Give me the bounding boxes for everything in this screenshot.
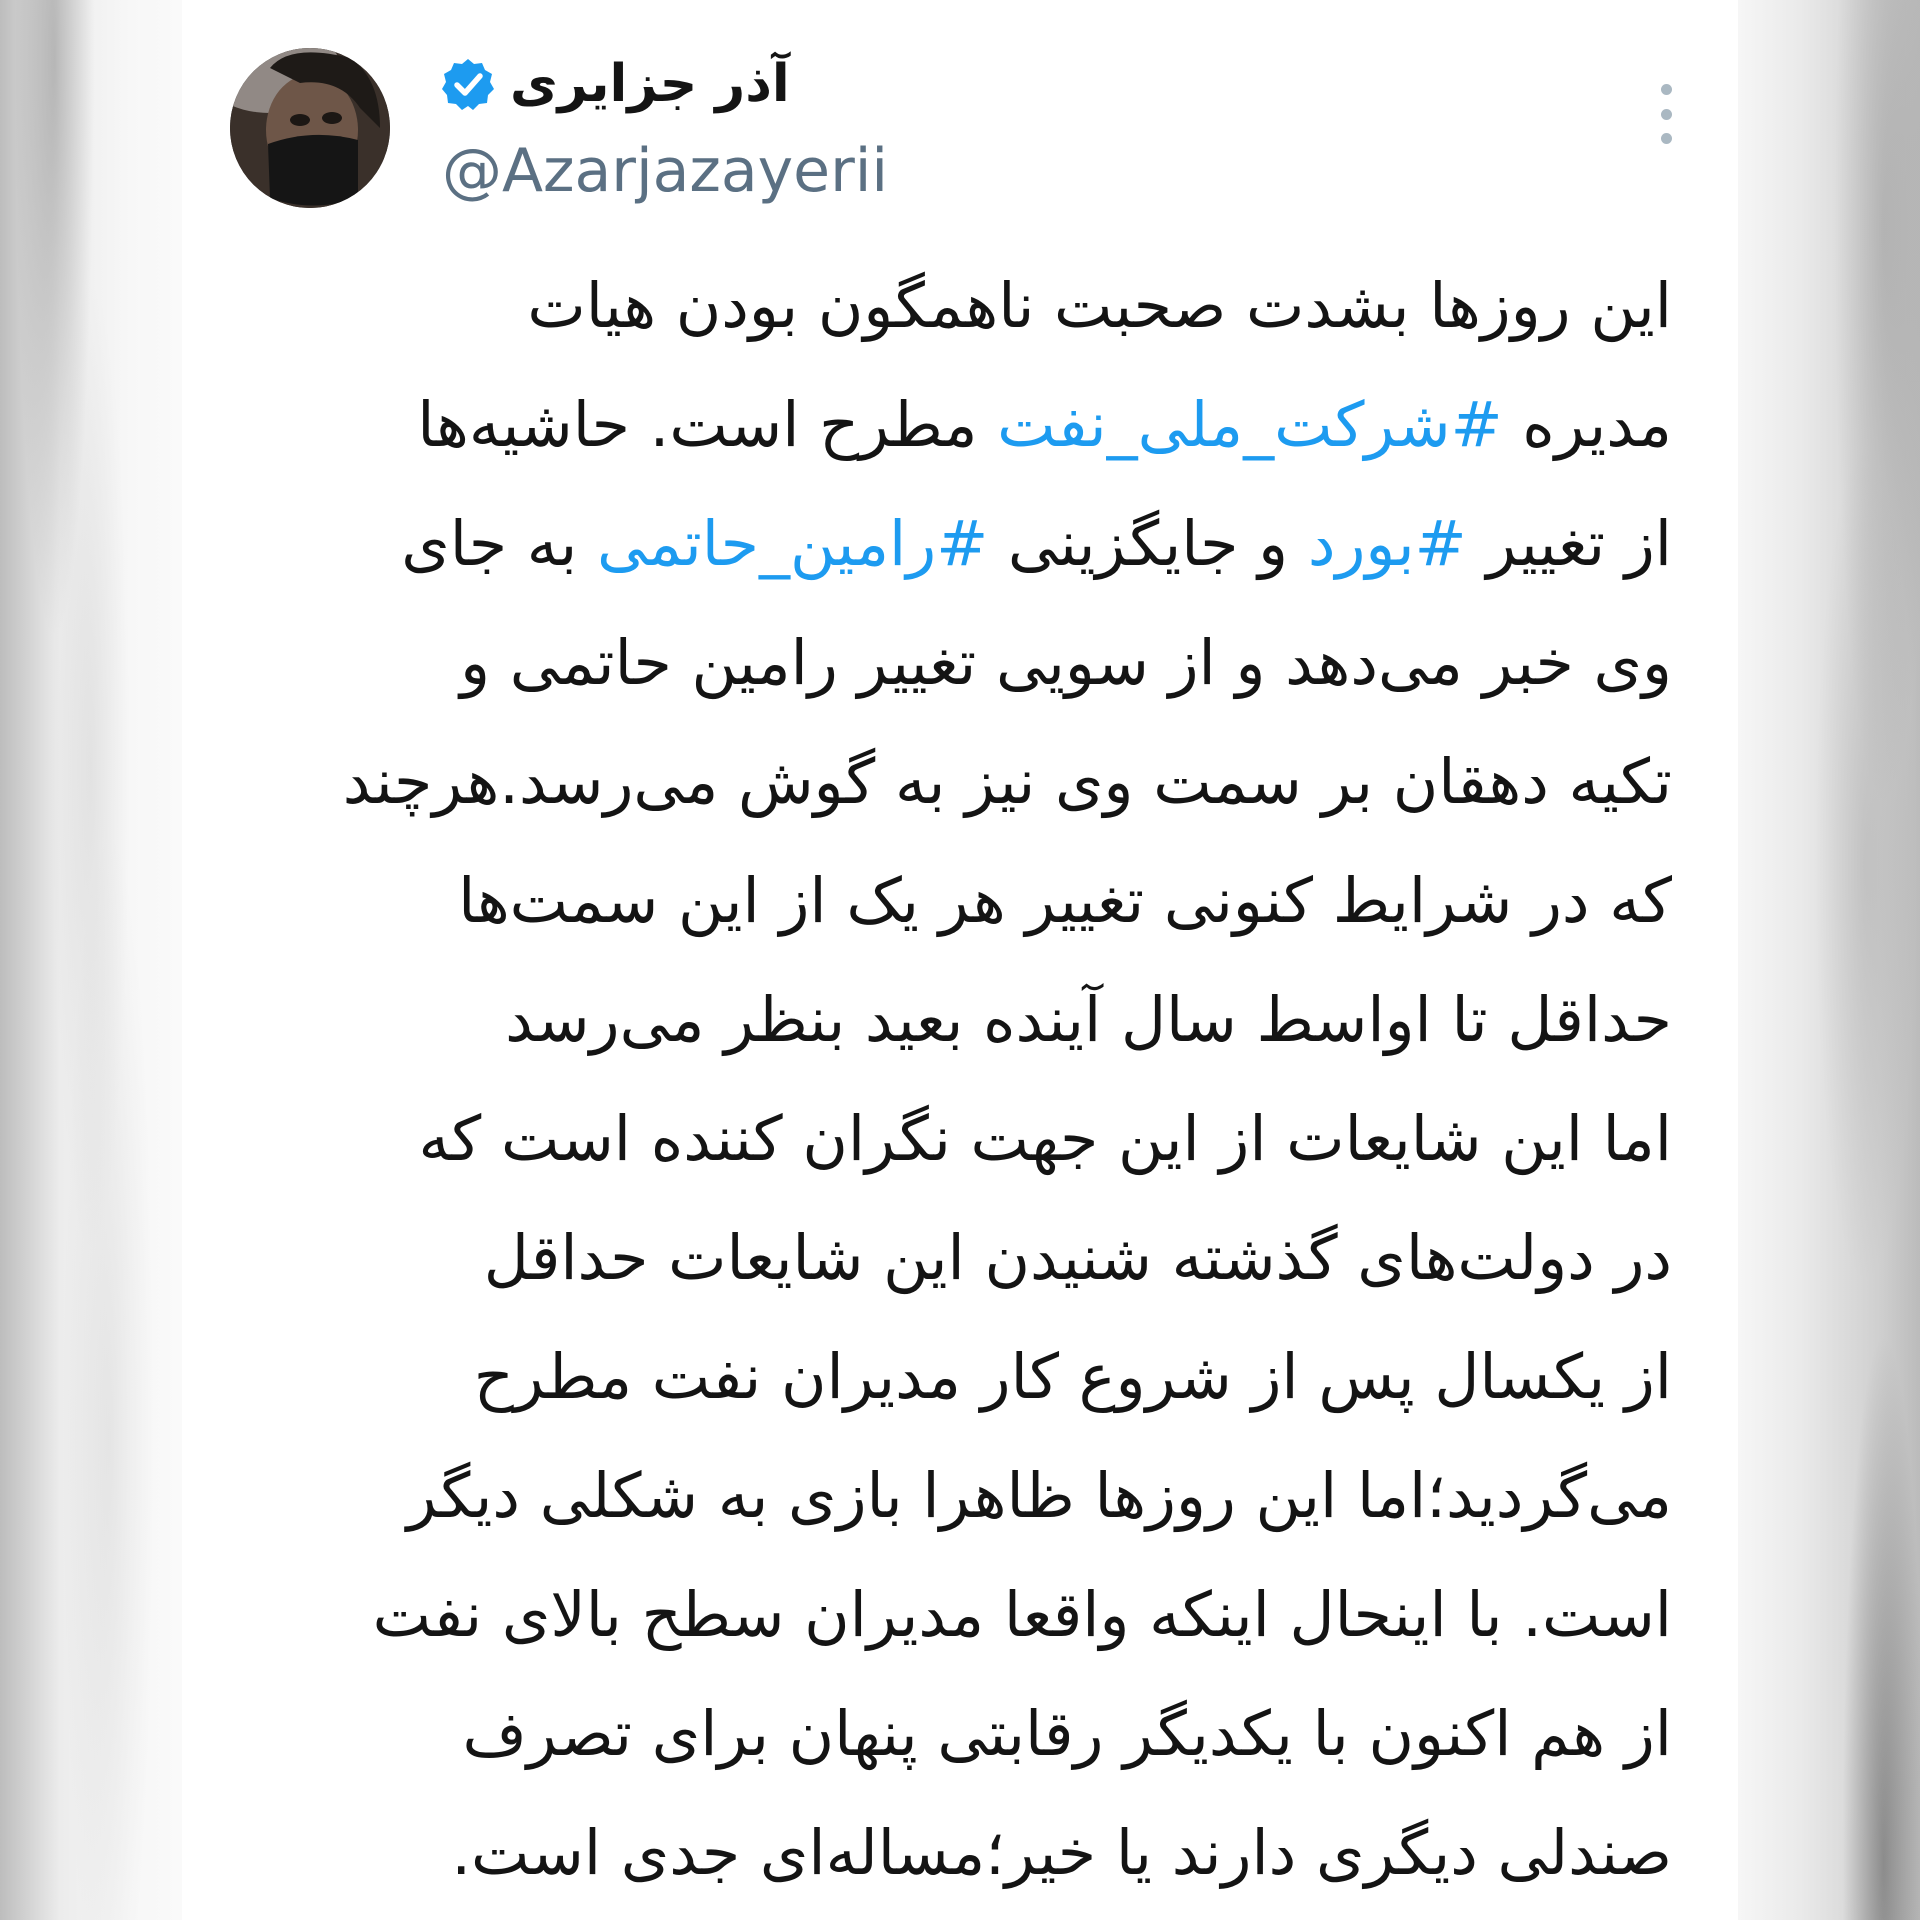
author-handle[interactable]: @Azarjazayerii <box>442 138 888 204</box>
tweet-text-segment: این روزها بشدت صحبت ناهمگون بودن هیات <box>527 269 1672 342</box>
verified-badge-icon <box>442 59 494 110</box>
tweet-text-line: این روزها بشدت صحبت ناهمگون بودن هیات <box>222 246 1672 365</box>
tweet-text-line: وی خبر می‌دهد و از سویی تغییر رامین حاتم… <box>222 603 1672 722</box>
more-options-icon-dot <box>1660 133 1672 144</box>
tweet-text-segment: مدیره <box>1502 388 1672 461</box>
screenshot-stage: آذر جزایری @Azarjazayerii این روزها بشدت… <box>0 0 1920 1920</box>
tweet-text-segment: مطرح است. حاشیه‌ها <box>417 388 998 461</box>
tweet-text-segment: حداقل تا اواسط سال آینده بعید بنظر می‌رس… <box>505 983 1672 1056</box>
more-options-icon-dot <box>1660 84 1672 95</box>
author-name-row: آذر جزایری <box>440 52 790 116</box>
tweet-text-segment: به جای <box>401 507 597 580</box>
tweet-text-line: تکیه دهقان بر سمت وی نیز به گوش می‌رسد.ه… <box>222 722 1672 841</box>
tweet-text-segment: وی خبر می‌دهد و از سویی تغییر رامین حاتم… <box>460 626 1672 699</box>
hashtag-link[interactable]: #شرکت_ملی_نفت <box>997 388 1502 461</box>
tweet-text-segment: در دولت‌های گذشته شنیدن این شایعات حداقل <box>483 1221 1672 1294</box>
tweet-text-segment: که در شرایط کنونی تغییر هر یک از این سمت… <box>458 864 1672 937</box>
tweet-text-segment: صندلی دیگری دارند یا خیر؛مساله‌ای جدی اس… <box>451 1816 1672 1889</box>
tweet-text-line: مدیره #شرکت_ملی_نفت مطرح است. حاشیه‌ها <box>222 365 1672 484</box>
right-blurred-background <box>1738 0 1920 1920</box>
tweet-text-line: از تغییر #بورد و جایگزینی #رامین_حاتمی ب… <box>222 484 1672 603</box>
tweet-text-segment: از تغییر <box>1466 507 1672 580</box>
tweet-text-segment: از یکسال پس از شروع کار مدیران نفت مطرح <box>473 1340 1672 1413</box>
avatar-photo-icon <box>230 48 390 208</box>
left-blurred-background <box>0 0 182 1920</box>
tweet-text-segment: اما این شایعات از این جهت نگران کننده اس… <box>418 1102 1672 1175</box>
tweet-text-line: است. با اینحال اینکه واقعا مدیران سطح با… <box>222 1555 1672 1674</box>
tweet-text-segment: می‌گردید؛اما این روزها ظاهرا بازی به شکل… <box>406 1459 1672 1532</box>
tweet-text-line: که در شرایط کنونی تغییر هر یک از این سمت… <box>222 841 1672 960</box>
tweet-text-line: در دولت‌های گذشته شنیدن این شایعات حداقل <box>222 1198 1672 1317</box>
tweet-text-line: از هم اکنون با یکدیگر رقابتی پنهان برای … <box>222 1674 1672 1793</box>
avatar[interactable] <box>230 48 390 208</box>
tweet-text-line: می‌گردید؛اما این روزها ظاهرا بازی به شکل… <box>222 1436 1672 1555</box>
tweet-text-line: اما این شایعات از این جهت نگران کننده اس… <box>222 1079 1672 1198</box>
tweet-text-line: صندلی دیگری دارند یا خیر؛مساله‌ای جدی اس… <box>222 1793 1672 1912</box>
hashtag-link[interactable]: #رامین_حاتمی <box>597 507 988 580</box>
tweet-text-segment: و جایگزینی <box>988 507 1308 580</box>
more-options-icon-dot <box>1660 108 1672 120</box>
tweet-text-segment: است. با اینحال اینکه واقعا مدیران سطح با… <box>372 1578 1672 1651</box>
hashtag-link[interactable]: #بورد <box>1308 507 1467 580</box>
tweet-text-segment: از هم اکنون با یکدیگر رقابتی پنهان برای … <box>462 1697 1672 1770</box>
author-display-name[interactable]: آذر جزایری <box>510 52 790 116</box>
tweet-text-segment: تکیه دهقان بر سمت وی نیز به گوش می‌رسد.ه… <box>342 745 1672 818</box>
tweet-text-line: از یکسال پس از شروع کار مدیران نفت مطرح <box>222 1317 1672 1436</box>
tweet-text-line: حداقل تا اواسط سال آینده بعید بنظر می‌رس… <box>222 960 1672 1079</box>
tweet-card: آذر جزایری @Azarjazayerii این روزها بشدت… <box>182 0 1738 1920</box>
tweet-text: این روزها بشدت صحبت ناهمگون بودن هیات مدی… <box>222 246 1672 1912</box>
more-options-button[interactable] <box>1652 84 1680 144</box>
